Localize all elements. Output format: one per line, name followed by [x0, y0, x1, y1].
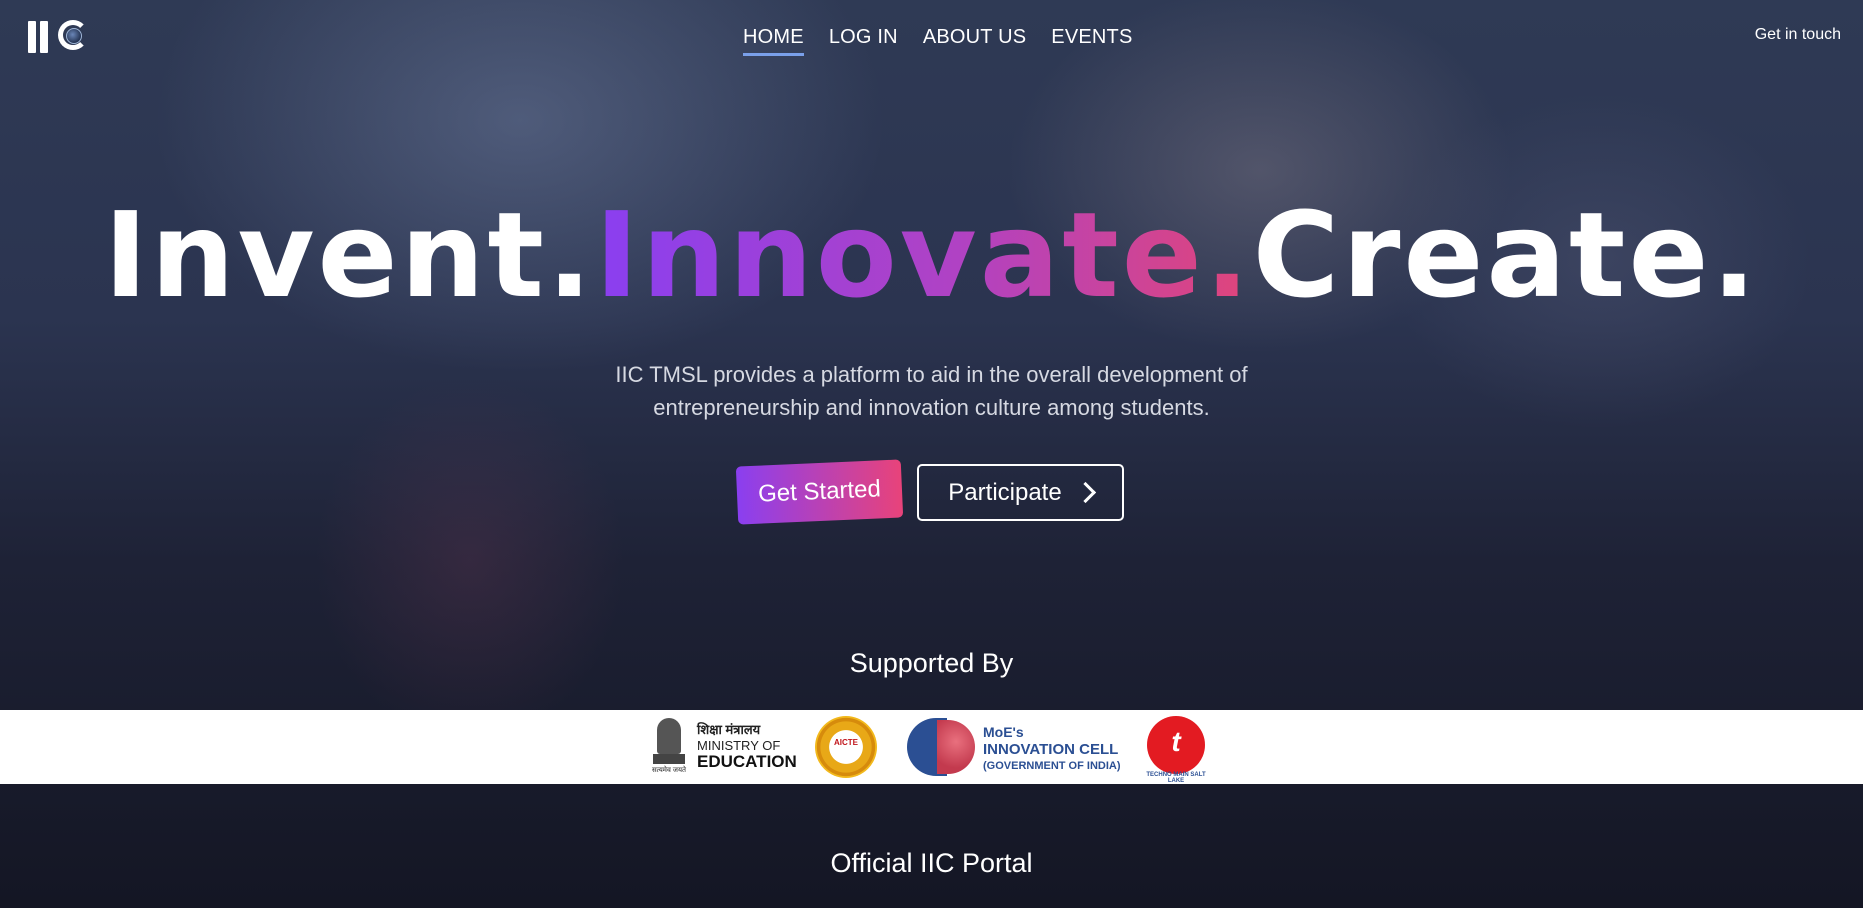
mic-line-1: MoE's: [983, 724, 1024, 740]
mic-line-3: (GOVERNMENT OF INDIA): [983, 760, 1121, 772]
participate-label: Participate: [948, 478, 1062, 506]
participate-button[interactable]: Participate: [917, 464, 1124, 521]
site-header: HOME LOG IN ABOUT US EVENTS Get in touch: [0, 0, 1863, 76]
hero-subtitle-line-2: entrepreneurship and innovation culture …: [653, 395, 1210, 420]
nav-events[interactable]: EVENTS: [1051, 26, 1132, 56]
moe-hindi-label: शिक्षा मंत्रालय: [697, 722, 761, 737]
supported-by-heading: Supported By: [849, 648, 1014, 678]
logo-globe-icon: [66, 28, 82, 44]
ministry-of-education-logo: शिक्षा मंत्रालय MINISTRY OF EDUCATION: [697, 722, 797, 770]
hero-title-invent: Invent.: [103, 186, 595, 324]
nav-about-us[interactable]: ABOUT US: [923, 26, 1026, 56]
hero-title: Invent.Innovate.Create.: [0, 185, 1863, 325]
get-in-touch-link[interactable]: Get in touch: [1755, 26, 1841, 44]
tmsl-mark: t: [1171, 726, 1181, 757]
national-emblem-logo: सत्यमेव जयते: [650, 716, 688, 778]
sponsor-band: सत्यमेव जयते शिक्षा मंत्रालय MINISTRY OF…: [0, 710, 1863, 784]
hero-title-create: Create.: [1252, 186, 1760, 324]
emblem-motto: सत्यमेव जयते: [651, 767, 687, 774]
nav-home[interactable]: HOME: [743, 26, 804, 56]
official-portal-heading: Official IIC Portal: [830, 848, 1033, 878]
hero-subtitle-line-1: IIC TMSL provides a platform to aid in t…: [615, 362, 1248, 387]
mic-line-2: INNOVATION CELL: [983, 741, 1119, 758]
tmsl-ring-text: TECHNO MAIN SALT LAKE: [1146, 772, 1206, 784]
logo-bar-1: [28, 21, 36, 53]
moe-line-2: EDUCATION: [697, 752, 797, 771]
get-started-button[interactable]: Get Started: [735, 459, 904, 525]
innovation-cell-logo: [907, 716, 977, 778]
aicte-logo: AICTE: [815, 716, 877, 778]
emblem-base: [653, 754, 685, 764]
brain-icon: [937, 720, 975, 774]
innovation-cell-text: MoE's INNOVATION CELL (GOVERNMENT OF IND…: [983, 724, 1121, 775]
hero-subtitle: IIC TMSL provides a platform to aid in t…: [0, 358, 1863, 424]
aicte-label: AICTE: [834, 738, 858, 747]
main-nav: HOME LOG IN ABOUT US EVENTS: [743, 26, 1133, 56]
nav-login[interactable]: LOG IN: [829, 26, 898, 56]
hero-title-innovate: Innovate.: [594, 186, 1253, 324]
iic-logo[interactable]: [28, 18, 92, 56]
techno-main-salt-lake-logo: t TECHNO MAIN SALT LAKE: [1146, 716, 1206, 784]
chevron-right-icon: [1074, 481, 1096, 504]
emblem-lions: [657, 718, 681, 754]
logo-bar-2: [40, 21, 48, 53]
